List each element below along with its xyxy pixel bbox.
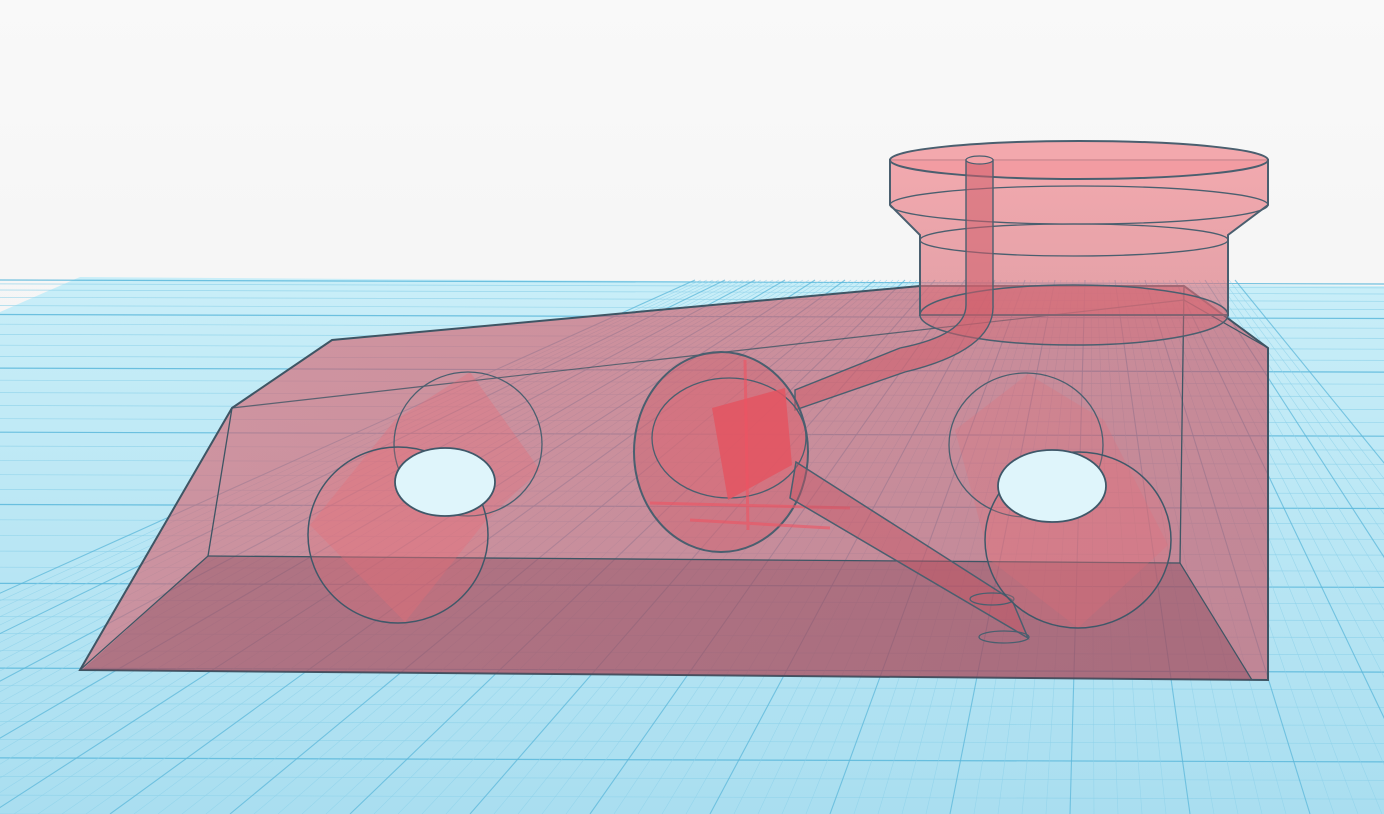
- bent-pipe-top: [965, 155, 994, 165]
- left-hole-opening: [394, 447, 496, 517]
- top-cylinder-cap[interactable]: [889, 140, 1269, 346]
- right-hole-opening: [997, 449, 1107, 523]
- cap-top-ellipse: [889, 140, 1269, 180]
- scene-canvas[interactable]: [0, 0, 1384, 814]
- 3d-viewport[interactable]: [0, 0, 1384, 814]
- model-group[interactable]: [78, 140, 1269, 682]
